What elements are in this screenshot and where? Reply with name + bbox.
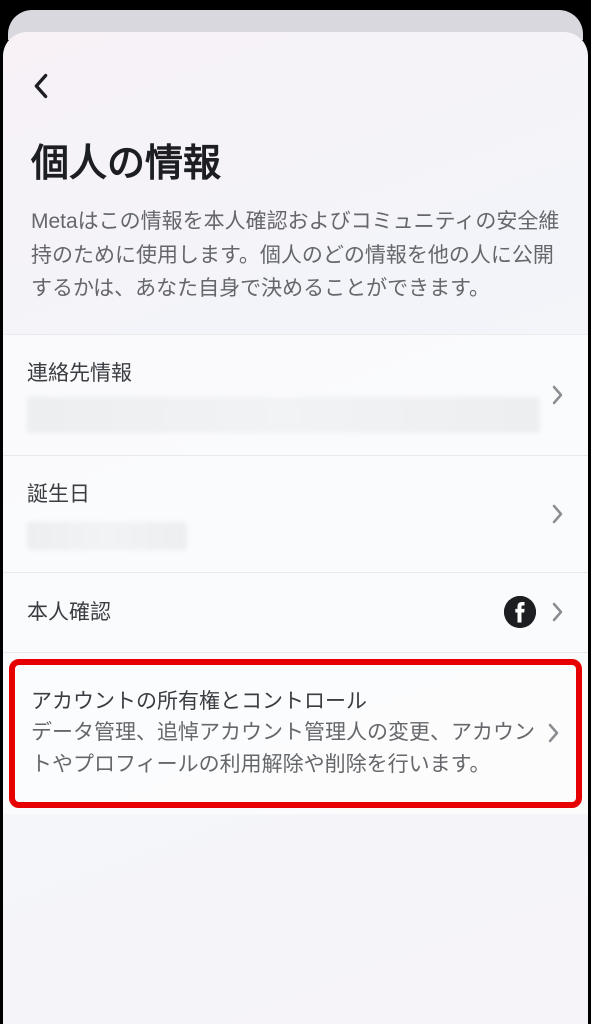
header: 個人の情報 Metaはこの情報を本人確認およびコミュニティの安全維持のために使用… — [3, 32, 588, 306]
list-item-label: アカウントの所有権とコントロール — [31, 685, 536, 715]
redacted-value — [27, 522, 187, 550]
list-item-ownership[interactable]: アカウントの所有権とコントロール データ管理、追悼アカウント管理人の変更、アカウ… — [9, 659, 582, 808]
facebook-icon — [504, 596, 536, 628]
list-item-identity[interactable]: 本人確認 — [3, 573, 588, 653]
list-item-content: 誕生日 — [27, 478, 540, 550]
settings-list: 連絡先情報 誕生日 — [3, 334, 588, 814]
list-item-desc: データ管理、追悼アカウント管理人の変更、アカウントやプロフィールの利用解除や削除… — [31, 717, 536, 782]
modal-backdrop: 個人の情報 Metaはこの情報を本人確認およびコミュニティの安全維持のために使用… — [0, 0, 591, 1024]
chevron-left-icon — [31, 72, 51, 100]
chevron-right-icon — [548, 722, 560, 744]
list-item-contact[interactable]: 連絡先情報 — [3, 335, 588, 456]
list-item-content: アカウントの所有権とコントロール データ管理、追悼アカウント管理人の変更、アカウ… — [31, 685, 536, 782]
page-title: 個人の情報 — [31, 132, 560, 187]
chevron-right-icon — [552, 601, 564, 623]
list-item-content: 本人確認 — [27, 596, 492, 628]
chevron-right-icon — [552, 384, 564, 406]
list-item-trailing — [504, 596, 564, 628]
list-item-birthday[interactable]: 誕生日 — [3, 456, 588, 573]
list-item-trailing — [548, 722, 560, 744]
list-item-trailing — [552, 503, 564, 525]
page-subtitle: Metaはこの情報を本人確認およびコミュニティの安全維持のために使用します。個人… — [31, 205, 560, 306]
list-item-label: 誕生日 — [27, 478, 540, 508]
back-button[interactable] — [31, 72, 59, 100]
list-item-content: 連絡先情報 — [27, 357, 540, 433]
chevron-right-icon — [552, 503, 564, 525]
modal-sheet: 個人の情報 Metaはこの情報を本人確認およびコミュニティの安全維持のために使用… — [3, 32, 588, 1024]
list-item-label: 本人確認 — [27, 596, 492, 626]
list-item-label: 連絡先情報 — [27, 357, 540, 387]
list-item-trailing — [552, 384, 564, 406]
redacted-value — [27, 397, 540, 433]
highlight-wrapper: アカウントの所有権とコントロール データ管理、追悼アカウント管理人の変更、アカウ… — [3, 653, 588, 814]
